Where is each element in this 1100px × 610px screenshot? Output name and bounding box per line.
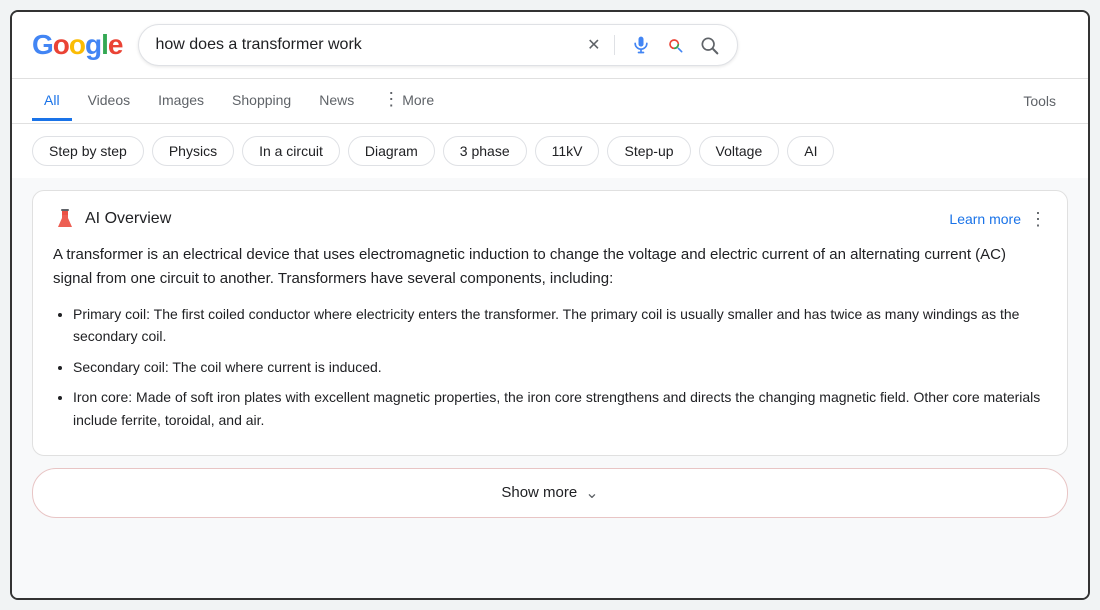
- tab-all[interactable]: All: [32, 82, 72, 121]
- chip-voltage[interactable]: Voltage: [699, 136, 780, 166]
- def-primary-coil-text: The first coiled conductor where electri…: [73, 306, 1019, 344]
- chip-ai[interactable]: AI: [787, 136, 834, 166]
- ai-overview-title: AI Overview: [85, 210, 171, 228]
- chip-step-by-step[interactable]: Step by step: [32, 136, 144, 166]
- google-logo: Google: [32, 29, 122, 61]
- chip-physics[interactable]: Physics: [152, 136, 234, 166]
- chip-11kv[interactable]: 11kV: [535, 136, 600, 166]
- flask-icon: [53, 207, 77, 231]
- tab-more[interactable]: ⋮ More: [370, 79, 446, 123]
- chip-step-up[interactable]: Step-up: [607, 136, 690, 166]
- tab-images[interactable]: Images: [146, 82, 216, 121]
- browser-frame: Google how does a transformer work ✕: [10, 10, 1090, 600]
- def-secondary-coil-text: The coil where current is induced.: [172, 359, 381, 375]
- ai-title-row: AI Overview: [53, 207, 171, 231]
- chevron-down-icon: ⌄: [585, 483, 598, 503]
- show-more-button[interactable]: Show more ⌄: [32, 468, 1068, 518]
- tab-shopping[interactable]: Shopping: [220, 82, 303, 121]
- tools-button[interactable]: Tools: [1011, 83, 1068, 119]
- list-item: Iron core: Made of soft iron plates with…: [73, 386, 1047, 431]
- nav-tabs: All Videos Images Shopping News ⋮ More T…: [12, 79, 1088, 124]
- list-item: Primary coil: The first coiled conductor…: [73, 303, 1047, 348]
- chips-row: Step by step Physics In a circuit Diagra…: [12, 124, 1088, 178]
- ai-overview-card: AI Overview Learn more ⋮ A transformer i…: [32, 190, 1068, 456]
- chip-diagram[interactable]: Diagram: [348, 136, 435, 166]
- clear-icon[interactable]: ✕: [587, 35, 600, 55]
- ai-overview-header: AI Overview Learn more ⋮: [53, 207, 1047, 231]
- header: Google how does a transformer work ✕: [12, 12, 1088, 79]
- tab-videos[interactable]: Videos: [76, 82, 143, 121]
- show-more-label: Show more: [501, 484, 577, 501]
- tab-news[interactable]: News: [307, 82, 366, 121]
- list-item: Secondary coil: The coil where current i…: [73, 356, 1047, 378]
- def-iron-core-text-partial: Made of soft iron plates with excellent …: [73, 389, 1040, 427]
- search-bar[interactable]: how does a transformer work ✕: [138, 24, 738, 66]
- ai-actions: Learn more ⋮: [949, 209, 1047, 230]
- term-primary-coil: Primary coil:: [73, 306, 150, 322]
- search-icon-group: ✕: [587, 33, 721, 57]
- ai-bullet-list: Primary coil: The first coiled conductor…: [53, 303, 1047, 431]
- chip-in-a-circuit[interactable]: In a circuit: [242, 136, 340, 166]
- search-submit-icon[interactable]: [697, 33, 721, 57]
- chip-3-phase[interactable]: 3 phase: [443, 136, 527, 166]
- lens-icon[interactable]: [663, 33, 687, 57]
- learn-more-link[interactable]: Learn more: [949, 211, 1021, 227]
- divider: [614, 35, 615, 55]
- mic-icon[interactable]: [629, 33, 653, 57]
- more-options-icon[interactable]: ⋮: [1029, 209, 1047, 230]
- search-input[interactable]: how does a transformer work: [155, 36, 587, 54]
- main-content: AI Overview Learn more ⋮ A transformer i…: [12, 178, 1088, 598]
- term-iron-core: Iron core:: [73, 389, 132, 405]
- term-secondary-coil: Secondary coil:: [73, 359, 169, 375]
- ai-summary: A transformer is an electrical device th…: [53, 243, 1047, 291]
